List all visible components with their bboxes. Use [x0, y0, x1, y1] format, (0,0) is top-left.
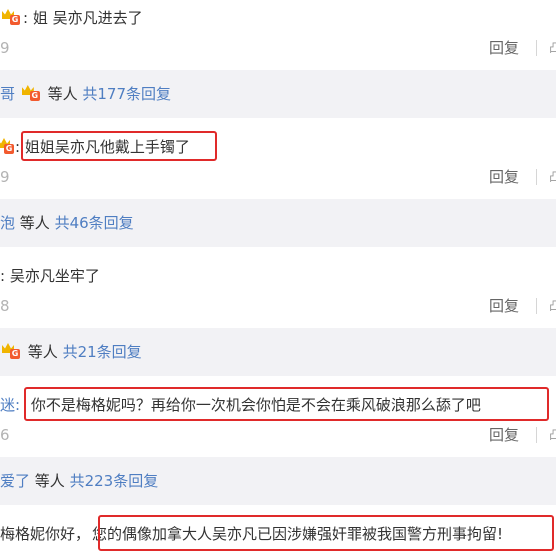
reply-user: 爱了: [0, 472, 31, 490]
comment-3-reply-button[interactable]: 回复: [489, 296, 519, 316]
comment-4-replies-link[interactable]: 爱了 等人 共223条回复: [0, 471, 158, 491]
comment-1: G: 姐 吴亦凡进去了: [0, 8, 143, 28]
comment-4-reply-button[interactable]: 回复: [489, 425, 519, 445]
highlight-box: [21, 131, 217, 161]
comment-2-replies-link[interactable]: 泡 等人 共46条回复: [0, 213, 134, 233]
comment-2-time: 9: [0, 168, 10, 186]
comment-1-reply-button[interactable]: 回复: [489, 38, 519, 58]
comment-2-prefix: :: [15, 138, 21, 156]
vip-crown-badge-icon: G: [2, 9, 20, 25]
comment-1-text: 姐 吴亦凡进去了: [32, 9, 143, 27]
divider: [536, 40, 537, 56]
comment-1-time: 9: [0, 39, 10, 57]
comment-4-prefix: 迷:: [0, 396, 21, 414]
reply-others: 等人: [34, 472, 65, 490]
reply-user: 泡: [0, 214, 16, 232]
comment-4-time: 6: [0, 426, 10, 444]
comment-3-text: 吴亦凡坐牢了: [9, 267, 100, 285]
reply-count: 共223条回复: [69, 472, 159, 490]
highlight-box: [24, 387, 549, 421]
comment-3-time: 8: [0, 297, 10, 315]
like-thumb-icon[interactable]: 凸: [549, 170, 556, 184]
comment-3-prefix: :: [0, 267, 6, 285]
reply-user: 哥: [0, 85, 16, 103]
comment-2-reply-button[interactable]: 回复: [489, 167, 519, 187]
reply-count: 共21条回复: [62, 343, 142, 361]
comment-1-prefix: :: [23, 9, 29, 27]
reply-others: 等人: [19, 214, 50, 232]
vip-crown-badge-icon: G: [21, 85, 40, 101]
vip-crown-badge-icon: G: [0, 138, 14, 154]
comment-3: : 吴亦凡坐牢了: [0, 266, 100, 286]
like-thumb-icon[interactable]: 凸: [549, 428, 556, 442]
like-thumb-icon[interactable]: 凸: [549, 41, 556, 55]
comment-1-replies-link[interactable]: 哥 G 等人 共177条回复: [0, 84, 171, 104]
reply-others: 等人: [47, 85, 78, 103]
divider: [536, 298, 537, 314]
divider: [536, 427, 537, 443]
vip-crown-badge-icon: G: [2, 343, 20, 359]
reply-count: 共46条回复: [54, 214, 134, 232]
like-thumb-icon[interactable]: 凸: [549, 299, 556, 313]
divider: [536, 169, 537, 185]
highlight-box: [98, 515, 554, 551]
reply-others: 等人: [27, 343, 58, 361]
comment-3-replies-link[interactable]: G 等人 共21条回复: [0, 342, 142, 362]
comment-5-prefix: 梅格妮你好，: [0, 525, 91, 543]
reply-count: 共177条回复: [82, 85, 172, 103]
